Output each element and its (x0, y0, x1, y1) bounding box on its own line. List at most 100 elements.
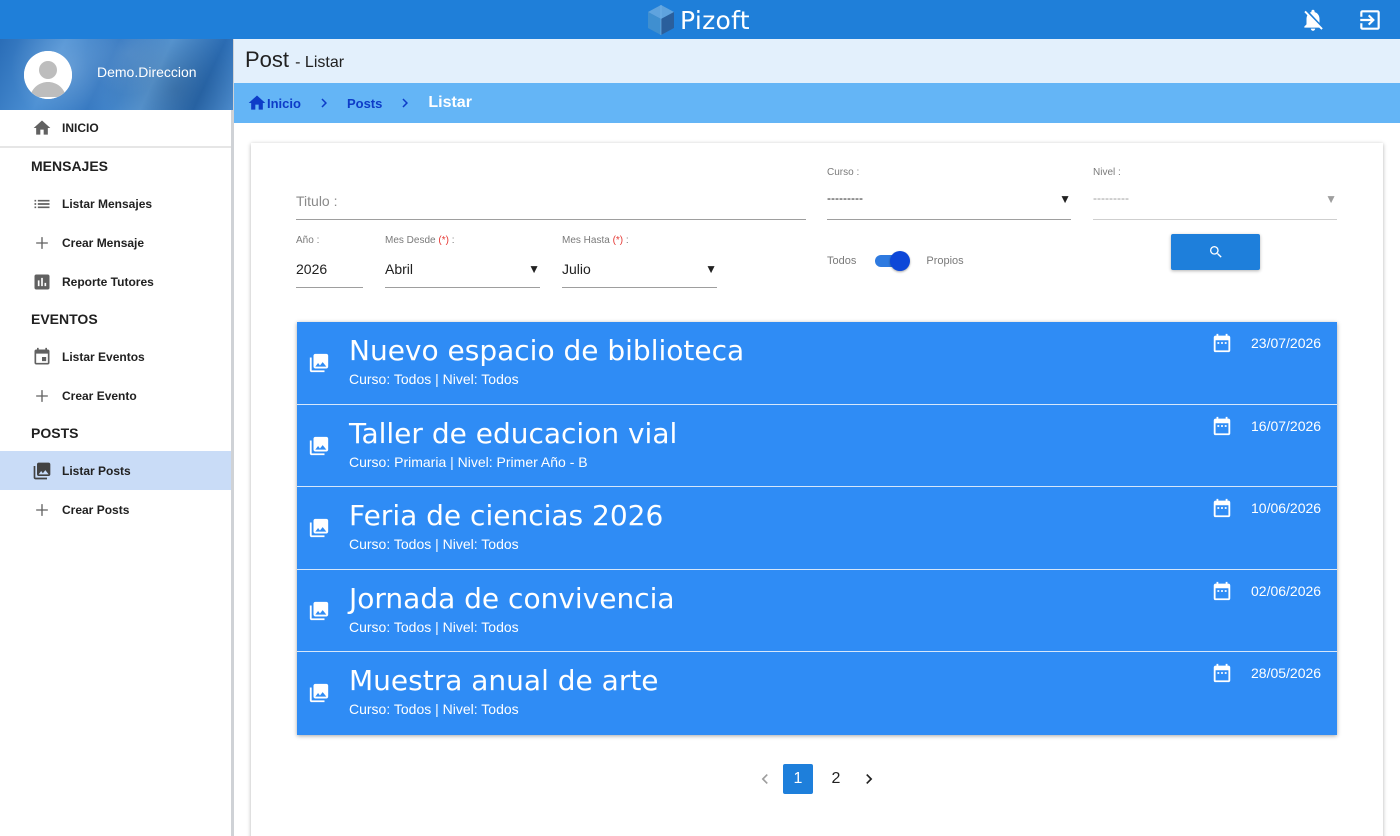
dropdown-arrow-icon: ▼ (705, 262, 717, 276)
sidebar-item-label: Crear Evento (62, 388, 137, 403)
section-posts: POSTS (31, 425, 79, 441)
sidebar-item-crear-posts[interactable]: Crear Posts (0, 490, 231, 529)
sidebar-item-label: Listar Eventos (62, 349, 145, 364)
photo-library-icon (308, 517, 330, 539)
calendar-icon (1211, 662, 1233, 684)
pagination: 1 2 (751, 764, 883, 794)
post-title: Feria de ciencias 2026 (349, 499, 664, 533)
nivel-label: Nivel : (1093, 167, 1121, 178)
section-eventos: EVENTOS (31, 311, 98, 327)
post-date: 23/07/2026 (1251, 335, 1322, 351)
chevron-right-icon (866, 774, 873, 784)
sidebar: Demo.Direccion INICIO MENSAJES Listar Me… (0, 39, 234, 836)
post-title: Nuevo espacio de biblioteca (349, 334, 745, 367)
main-card: Curso : --------- ▼ Nivel : --------- ▼ … (251, 143, 1383, 836)
toggle-knob (890, 251, 911, 271)
page-2-button[interactable]: 2 (821, 764, 851, 794)
profile-banner: Demo.Direccion (0, 39, 233, 110)
anio-field[interactable]: Año : 2026 (296, 235, 363, 289)
sidebar-item-label: Crear Posts (62, 502, 130, 517)
toggle-label-todos: Todos (827, 255, 857, 267)
label-colon: : (451, 235, 455, 246)
breadcrumb-posts[interactable]: Posts (347, 96, 382, 111)
nivel-select[interactable]: Nivel : --------- ▼ (1093, 167, 1337, 221)
section-mensajes: MENSAJES (31, 158, 109, 174)
list-item[interactable]: Jornada de convivencia Curso: Todos | Ni… (297, 569, 1337, 653)
page-1-button[interactable]: 1 (783, 764, 813, 794)
anio-underline (296, 287, 363, 288)
mes-hasta-select[interactable]: Mes Hasta (*) : Julio ▼ (562, 235, 717, 289)
sidebar-item-label: Reporte Tutores (62, 274, 154, 289)
prev-page-button[interactable] (751, 765, 779, 793)
next-page-button[interactable] (855, 765, 883, 793)
post-title: Muestra anual de arte (349, 664, 659, 698)
notifications-off-icon[interactable] (1300, 7, 1326, 33)
post-list: Nuevo espacio de biblioteca Curso: Todos… (297, 322, 1337, 735)
sidebar-item-listar-mensajes[interactable]: Listar Mensajes (0, 184, 231, 223)
avatar[interactable] (24, 51, 72, 99)
mes-desde-select[interactable]: Mes Desde (*) : Abril ▼ (385, 235, 540, 289)
breadcrumb-current: Listar (428, 94, 472, 111)
post-date: 28/05/2026 (1251, 665, 1322, 682)
titulo-input[interactable] (296, 182, 806, 220)
breadcrumb: Inicio Posts Listar (234, 83, 1400, 123)
top-bar: Pizoft (0, 0, 1400, 39)
post-date: 10/06/2026 (1251, 500, 1322, 517)
search-icon (1209, 246, 1222, 258)
calendar-icon (1211, 497, 1233, 519)
photo-library-icon (308, 352, 330, 374)
sidebar-item-label: Crear Mensaje (62, 235, 145, 250)
post-date: 02/06/2026 (1251, 582, 1322, 599)
list-item[interactable]: Muestra anual de arte Curso: Todos | Niv… (297, 652, 1337, 735)
add-icon (32, 233, 52, 253)
post-title: Taller de educacion vial (349, 416, 678, 450)
dropdown-arrow-icon: ▼ (1059, 192, 1071, 206)
photo-library-icon (308, 600, 330, 622)
toggle-label-propios: Propios (926, 255, 964, 267)
post-meta: Curso: Primaria | Nivel: Primer Año - B (349, 453, 588, 470)
sidebar-item-listar-posts[interactable]: Listar Posts (0, 451, 231, 490)
calendar-icon (1211, 332, 1233, 354)
curso-select[interactable]: Curso : --------- ▼ (827, 167, 1071, 221)
required-mark: (*) (438, 235, 449, 246)
breadcrumb-posts-label: Posts (346, 95, 383, 111)
sidebar-item-label: INICIO (62, 121, 99, 135)
sidebar-item-crear-mensaje[interactable]: Crear Mensaje (0, 223, 231, 262)
sidebar-item-reporte-tutores[interactable]: Reporte Tutores (0, 262, 231, 301)
list-item[interactable]: Taller de educacion vial Curso: Primaria… (297, 404, 1337, 488)
todos-propios-toggle-group: Todos Propios (827, 251, 964, 271)
anio-label: Año : (296, 235, 320, 246)
calendar-icon (1211, 580, 1233, 602)
sidebar-item-crear-evento[interactable]: Crear Evento (0, 376, 231, 415)
post-title: Jornada de convivencia (349, 581, 675, 615)
curso-underline (827, 219, 1071, 220)
sidebar-item-label: Listar Mensajes (62, 196, 153, 211)
sidebar-item-inicio[interactable]: INICIO (0, 110, 231, 148)
bar-chart-icon (32, 272, 52, 292)
nivel-underline (1093, 219, 1337, 220)
list-item[interactable]: Nuevo espacio de biblioteca Curso: Todos… (297, 322, 1337, 405)
logout-icon[interactable] (1357, 7, 1383, 33)
add-icon (32, 386, 52, 406)
mes-desde-value: Abril (385, 261, 414, 277)
chevron-right-icon (321, 98, 327, 108)
page-title: Post - Listar (245, 47, 344, 73)
home-icon (32, 118, 52, 138)
breadcrumb-home[interactable]: Inicio (247, 93, 301, 113)
post-meta: Curso: Todos | Nivel: Todos (349, 618, 519, 635)
page-title-main: Post (245, 47, 290, 72)
list-item[interactable]: Feria de ciencias 2026 Curso: Todos | Ni… (297, 487, 1337, 570)
brand: Pizoft (646, 3, 750, 37)
curso-value: --------- (827, 191, 863, 205)
sidebar-item-listar-eventos[interactable]: Listar Eventos (0, 337, 231, 376)
dropdown-arrow-icon: ▼ (1325, 192, 1337, 206)
required-mark: (*) (612, 235, 624, 246)
brand-name: Pizoft (680, 5, 750, 35)
propios-toggle[interactable] (873, 251, 911, 271)
event-icon (32, 347, 52, 367)
photo-library-icon (32, 461, 52, 481)
search-button[interactable] (1171, 234, 1260, 270)
dropdown-arrow-icon: ▼ (528, 262, 540, 276)
page-subtitle: - Listar (295, 54, 345, 71)
mes-desde-underline (385, 287, 540, 288)
